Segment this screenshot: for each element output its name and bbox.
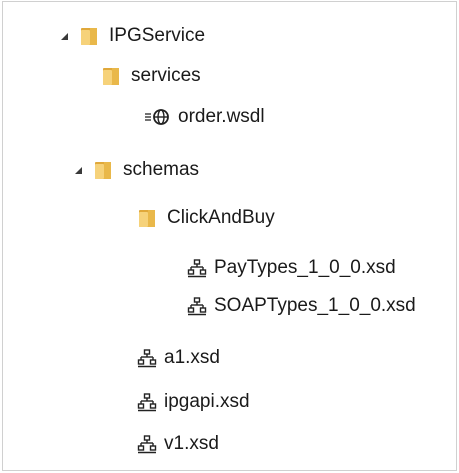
xml-schema-icon <box>137 349 157 368</box>
tree-node-label: PayTypes_1_0_0.xsd <box>214 257 396 278</box>
tree-node-label: v1.xsd <box>164 433 219 454</box>
xml-schema-icon <box>187 297 207 316</box>
expanded-triangle-icon[interactable] <box>75 166 82 174</box>
tree-view-panel: IPGService services order.wsdl schemas C… <box>2 1 457 471</box>
tree-node-label: IPGService <box>109 25 206 46</box>
tree-node-v1-xsd[interactable]: v1.xsd <box>137 429 219 459</box>
tree-node-label: ipgapi.xsd <box>164 391 250 412</box>
tree-node-label: schemas <box>123 159 200 180</box>
xml-schema-icon <box>137 435 157 454</box>
tree-node-ipgapi-xsd[interactable]: ipgapi.xsd <box>137 387 250 417</box>
tree-node-clickandbuy[interactable]: ClickAndBuy <box>136 203 275 233</box>
tree-node-label: ClickAndBuy <box>167 207 275 228</box>
folder-icon <box>81 28 97 45</box>
folder-icon <box>95 162 111 179</box>
xml-schema-icon <box>187 259 207 278</box>
tree-node-a1-xsd[interactable]: a1.xsd <box>137 343 220 373</box>
tree-node-services[interactable]: services <box>100 61 201 91</box>
tree-node-label: a1.xsd <box>164 347 220 368</box>
tree-node-schemas[interactable]: schemas <box>75 155 199 185</box>
xml-schema-icon <box>137 393 157 412</box>
tree-node-ipgservice[interactable]: IPGService <box>61 21 205 51</box>
web-service-icon <box>145 109 169 125</box>
expanded-triangle-icon[interactable] <box>61 32 68 40</box>
tree-node-soaptypes-xsd[interactable]: SOAPTypes_1_0_0.xsd <box>187 291 416 321</box>
folder-icon <box>139 210 155 227</box>
tree-node-label: services <box>131 65 201 86</box>
tree-node-label: SOAPTypes_1_0_0.xsd <box>214 295 416 316</box>
tree-node-order-wsdl[interactable]: order.wsdl <box>144 102 265 132</box>
tree-node-label: order.wsdl <box>178 106 265 127</box>
folder-icon <box>103 68 119 85</box>
tree-node-paytypes-xsd[interactable]: PayTypes_1_0_0.xsd <box>187 253 396 283</box>
